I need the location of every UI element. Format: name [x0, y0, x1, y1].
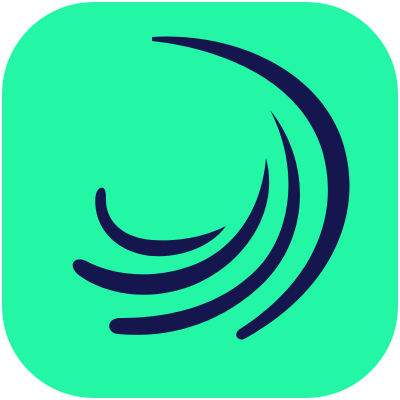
app-icon[interactable] — [0, 0, 400, 400]
icon-canvas — [0, 0, 400, 400]
